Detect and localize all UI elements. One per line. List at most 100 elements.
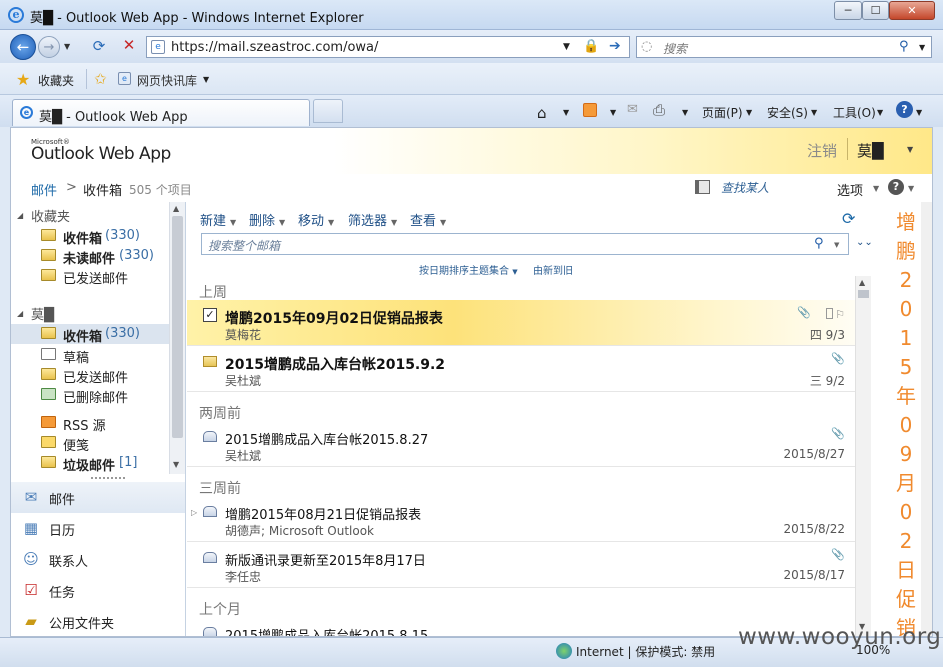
new-button[interactable]: 新建 ▼ [200,210,236,229]
user-dropdown-icon[interactable]: ▼ [907,145,913,154]
options-dropdown-icon[interactable]: ▼ [873,184,879,193]
home-icon[interactable]: ⌂ [537,104,547,122]
minimize-button[interactable]: ─ [834,1,862,20]
favorites-group[interactable]: ◢ 收藏夹 [11,206,169,225]
address-bar[interactable]: e https://mail.szeastroc.com/owa/ ▼ 🔒 ➔ [146,36,630,58]
go-arrow-icon[interactable]: ➔ [609,38,621,54]
delete-button[interactable]: 删除 ▼ [249,210,285,229]
tab-owa[interactable]: e 莫█ - Outlook Web App [12,99,310,126]
rss-feeds-icon[interactable] [583,103,597,117]
new-dropdown-icon[interactable]: ▼ [230,218,236,227]
back-button[interactable]: ← [10,34,36,60]
add-favorite-icon[interactable]: ✩ [94,70,107,88]
zoom-level[interactable]: 100% [856,643,890,657]
scroll-thumb[interactable] [172,216,183,438]
help-dropdown-icon[interactable]: ▼ [916,108,922,117]
browser-search-box[interactable]: ◌ 搜索 ⚲ ▼ [636,36,932,58]
delete-dropdown-icon[interactable]: ▼ [279,218,285,227]
folder-sent[interactable]: 已发送邮件 [11,365,169,386]
folder-junk[interactable]: 垃圾邮件 [1] [11,453,169,474]
rss-dropdown-icon[interactable]: ▼ [610,108,616,117]
scroll-down-icon[interactable]: ▼ [173,460,179,469]
module-tasks[interactable]: ☑ 任务 [11,575,185,606]
page-menu-dropdown-icon[interactable]: ▼ [746,108,752,117]
close-button[interactable]: ✕ [889,1,935,20]
forward-button[interactable]: → [38,36,60,58]
flag-icon[interactable]: ⚐ [835,308,845,321]
filter-dropdown-icon[interactable]: ▼ [391,218,397,227]
module-calendar[interactable]: ▦ 日历 [11,513,185,544]
compatibility-refresh-icon[interactable]: ⟳ [88,37,110,57]
refresh-icon[interactable]: ⟳ [842,209,855,228]
web-slice-dropdown-icon[interactable]: ▼ [203,75,209,84]
message-list-scrollbar[interactable]: ▲ ▼ [855,276,871,636]
tools-menu[interactable]: 工具(O) [833,104,876,121]
reading-pane-scrollbar[interactable] [921,202,932,636]
view-dropdown-icon[interactable]: ▼ [440,218,446,227]
fav-folder-sent[interactable]: 已发送邮件 [11,266,169,287]
maximize-button[interactable]: ☐ [862,1,889,20]
scroll-up-icon[interactable]: ▲ [173,204,179,213]
fav-folder-inbox[interactable]: 收件箱 (330) [11,226,169,247]
history-dropdown-icon[interactable]: ▼ [64,42,70,51]
list-scroll-thumb[interactable] [858,290,869,298]
module-public-folders[interactable]: ▰ 公用文件夹 [11,606,185,636]
user-name[interactable]: 莫█ [857,140,884,161]
pane-resize-handle[interactable] [91,477,125,479]
page-menu[interactable]: 页面(P) [702,104,743,121]
signout-link[interactable]: 注销 [807,140,837,161]
message-row[interactable]: 2015增鹏成品入库台帐2015.9.2 吴杜斌 📎 三 9/2 [187,346,855,392]
move-dropdown-icon[interactable]: ▼ [328,218,334,227]
collapse-triangle-icon[interactable]: ◢ [17,211,23,220]
web-slice-gallery-link[interactable]: 网页快讯库 [137,72,197,89]
new-tab-button[interactable] [313,99,343,123]
browser-search-placeholder[interactable]: 搜索 [663,40,687,57]
mailbox-search-placeholder[interactable]: 搜索整个邮箱 [208,237,280,254]
message-row[interactable]: ▷ 增鹏2015年08月21日促销品报表 胡德声; Microsoft Outl… [187,496,855,542]
fav-folder-unread[interactable]: 未读邮件 (330) [11,246,169,267]
list-scroll-up-icon[interactable]: ▲ [859,278,865,287]
options-menu[interactable]: 选项 [837,180,863,199]
help-icon[interactable]: ? [888,179,904,195]
folder-rss[interactable]: RSS 源 [11,413,169,434]
expand-conversation-icon[interactable]: ▷ [191,508,197,517]
address-dropdown-icon[interactable]: ▼ [563,42,570,52]
safety-menu-dropdown-icon[interactable]: ▼ [811,108,817,117]
mailbox-collapse-icon[interactable]: ◢ [17,309,23,318]
print-icon[interactable]: ⎙ [653,101,665,119]
module-mail[interactable]: ✉ 邮件 [11,482,185,513]
stop-button[interactable]: ✕ [118,36,140,58]
address-url[interactable]: https://mail.szeastroc.com/owa/ [171,40,378,55]
folder-drafts[interactable]: 草稿 [11,345,169,366]
message-row[interactable]: 新版通讯录更新至2015年8月17日 李任忠 📎 2015/8/17 [187,542,855,588]
message-row[interactable]: ✓ 增鹏2015年09月02日促销品报表 莫梅花 📎 ⚐ 四 9/3 [187,300,855,346]
category-icon[interactable] [826,308,833,319]
read-mail-icon[interactable]: ✉ [627,102,638,117]
folder-scrollbar[interactable]: ▲ ▼ [169,202,185,474]
home-dropdown-icon[interactable]: ▼ [563,108,569,117]
sort-by-link[interactable]: 按日期排序主题集合 ▼ [419,262,518,277]
mailbox-search[interactable]: 搜索整个邮箱 ⚲ ▼ [201,233,849,255]
browser-help-icon[interactable]: ? [896,101,913,118]
breadcrumb-mail-link[interactable]: 邮件 [31,180,57,199]
folder-notes[interactable]: 便笺 [11,433,169,454]
lock-icon[interactable]: 🔒 [583,39,599,54]
mailbox-search-icon[interactable]: ⚲ [814,236,824,251]
module-contacts[interactable]: ☺ 联系人 [11,544,185,575]
favorites-star-icon[interactable]: ★ [16,70,30,89]
sort-dropdown-icon[interactable]: ▼ [512,268,517,276]
row-checkbox[interactable]: ✓ [203,308,217,322]
print-dropdown-icon[interactable]: ▼ [682,108,688,117]
filter-button[interactable]: 筛选器 ▼ [348,210,397,229]
owa-help-dropdown-icon[interactable]: ▼ [908,184,914,193]
mailbox-group[interactable]: ◢ 莫█ [11,304,169,323]
folder-deleted[interactable]: 已删除邮件 [11,385,169,406]
tools-menu-dropdown-icon[interactable]: ▼ [877,108,883,117]
favorites-button[interactable]: 收藏夹 [38,72,74,89]
search-dropdown-icon[interactable]: ▼ [919,43,925,52]
folder-inbox[interactable]: 收件箱 (330) [11,324,169,345]
address-book-icon[interactable] [695,180,710,194]
safety-menu[interactable]: 安全(S) [767,104,808,121]
find-someone-link[interactable]: 查找某人 [721,179,769,196]
sort-order-link[interactable]: 由新到旧 [533,262,573,277]
